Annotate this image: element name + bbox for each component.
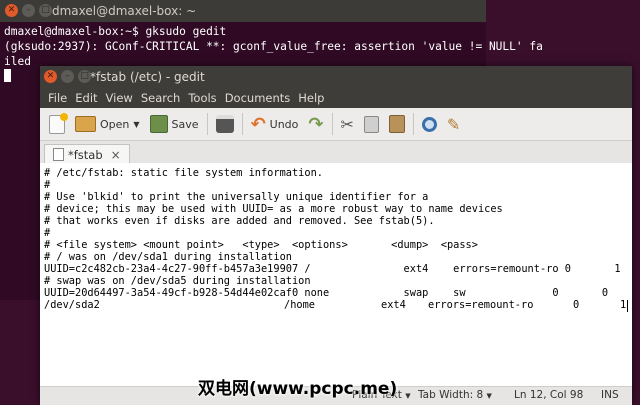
search-icon: [421, 116, 437, 132]
editor-line: UUID=c2c482cb-23a4-4c27-90ff-b457a3e1990…: [44, 263, 621, 275]
tab-width-selector[interactable]: Tab Width: 8 ▼: [418, 389, 492, 401]
new-document-icon: [49, 112, 68, 134]
editor-field-mount: /home: [284, 299, 315, 311]
editor-line: # / was on /dev/sda1 during installation: [44, 251, 292, 263]
paste-icon: [388, 115, 405, 133]
menu-search[interactable]: Search: [137, 91, 185, 105]
terminal-titlebar[interactable]: ✕ – □ dmaxel@dmaxel-box: ~: [0, 0, 486, 22]
editor-line: UUID=20d64497-3a54-49cf-b928-54d44e02caf…: [44, 287, 609, 299]
tab-width-label: Tab Width: 8: [418, 389, 484, 401]
undo-label: Undo: [269, 117, 299, 131]
menu-edit[interactable]: Edit: [71, 91, 101, 105]
copy-icon: [363, 115, 379, 133]
undo-button[interactable]: ↶ Undo: [246, 110, 304, 138]
text-cursor: [627, 300, 628, 312]
gedit-title: *fstab (/etc) - gedit: [90, 70, 205, 84]
editor-line: #: [44, 179, 51, 191]
terminal-line: dmaxel@dmaxel-box:~$ gksudo gedit: [4, 25, 227, 38]
save-label: Save: [171, 117, 199, 131]
open-button[interactable]: Open ▼: [70, 110, 145, 138]
terminal-cursor: [4, 69, 11, 82]
text-editor[interactable]: # /etc/fstab: static file system informa…: [40, 163, 632, 387]
cursor-position: Ln 12, Col 98: [514, 389, 584, 401]
save-icon: [149, 115, 168, 133]
gedit-window[interactable]: ✕ – □ *fstab (/etc) - gedit File Edit Vi…: [40, 66, 632, 405]
menu-help[interactable]: Help: [294, 91, 328, 105]
maximize-icon[interactable]: □: [78, 70, 91, 83]
close-icon[interactable]: ✕: [44, 70, 57, 83]
menu-tools[interactable]: Tools: [184, 91, 220, 105]
new-button[interactable]: [44, 110, 70, 138]
toolbar-separator: [241, 113, 243, 135]
paste-button[interactable]: [384, 110, 410, 138]
editor-field-pass: 1: [620, 299, 627, 311]
copy-button[interactable]: [359, 110, 384, 138]
minimize-icon[interactable]: –: [22, 4, 35, 17]
print-button[interactable]: [211, 110, 239, 138]
editor-line: # Use 'blkid' to print the universally u…: [44, 191, 429, 203]
menu-documents[interactable]: Documents: [221, 91, 295, 105]
toolbar-separator: [331, 113, 333, 135]
terminal-title: dmaxel@dmaxel-box: ~: [52, 4, 197, 18]
minimize-icon[interactable]: –: [61, 70, 74, 83]
editor-field-type: ext4: [381, 299, 406, 311]
save-button[interactable]: Save: [145, 110, 204, 138]
toolbar: Open ▼ Save ↶ Undo ↷ ✂ ✎: [40, 108, 632, 141]
chevron-down-icon[interactable]: ▼: [133, 120, 139, 129]
folder-icon: [75, 116, 96, 132]
editor-line: # <file system> <mount point> <type> <op…: [44, 239, 478, 251]
editor-field-device: /dev/sda2: [44, 299, 100, 311]
menu-view[interactable]: View: [102, 91, 137, 105]
close-icon[interactable]: ×: [111, 148, 121, 162]
find-replace-icon: ✎: [446, 114, 461, 134]
watermark: 双电网(www.pcpc.me): [198, 379, 398, 399]
redo-button[interactable]: ↷: [303, 110, 328, 138]
editor-line: # /etc/fstab: static file system informa…: [44, 167, 323, 179]
tab-bar: *fstab ×: [40, 141, 632, 164]
undo-icon: ↶: [250, 113, 266, 135]
editor-line: # device; this may be used with UUID= as…: [44, 203, 503, 215]
menubar: File Edit View Search Tools Documents He…: [40, 88, 632, 108]
chevron-down-icon: ▼: [405, 392, 411, 400]
editor-line: # swap was on /dev/sda5 during installat…: [44, 275, 311, 287]
replace-button[interactable]: ✎: [442, 110, 465, 138]
insert-mode: INS: [601, 389, 619, 401]
scissors-icon: ✂: [340, 114, 354, 134]
editor-line: # that works even if disks are added and…: [44, 215, 435, 227]
open-label: Open: [100, 117, 130, 131]
document-icon: [53, 148, 64, 161]
find-button[interactable]: [417, 110, 442, 138]
maximize-icon[interactable]: □: [39, 4, 52, 17]
editor-field-dump: 0: [573, 299, 580, 311]
redo-icon: ↷: [308, 113, 324, 135]
close-icon[interactable]: ✕: [5, 4, 18, 17]
editor-line: #: [44, 227, 51, 239]
menu-file[interactable]: File: [44, 91, 71, 105]
editor-field-options: errors=remount-ro: [428, 299, 534, 311]
chevron-down-icon: ▼: [486, 392, 492, 400]
tab-fstab[interactable]: *fstab ×: [44, 144, 130, 164]
printer-icon: [215, 115, 234, 133]
cut-button[interactable]: ✂: [336, 110, 359, 138]
tab-label: *fstab: [68, 147, 103, 162]
terminal-line: (gksudo:2937): GConf-CRITICAL **: gconf_…: [4, 40, 543, 53]
gedit-titlebar[interactable]: ✕ – □ *fstab (/etc) - gedit: [40, 66, 632, 88]
toolbar-separator: [412, 113, 414, 135]
toolbar-separator: [206, 113, 208, 135]
